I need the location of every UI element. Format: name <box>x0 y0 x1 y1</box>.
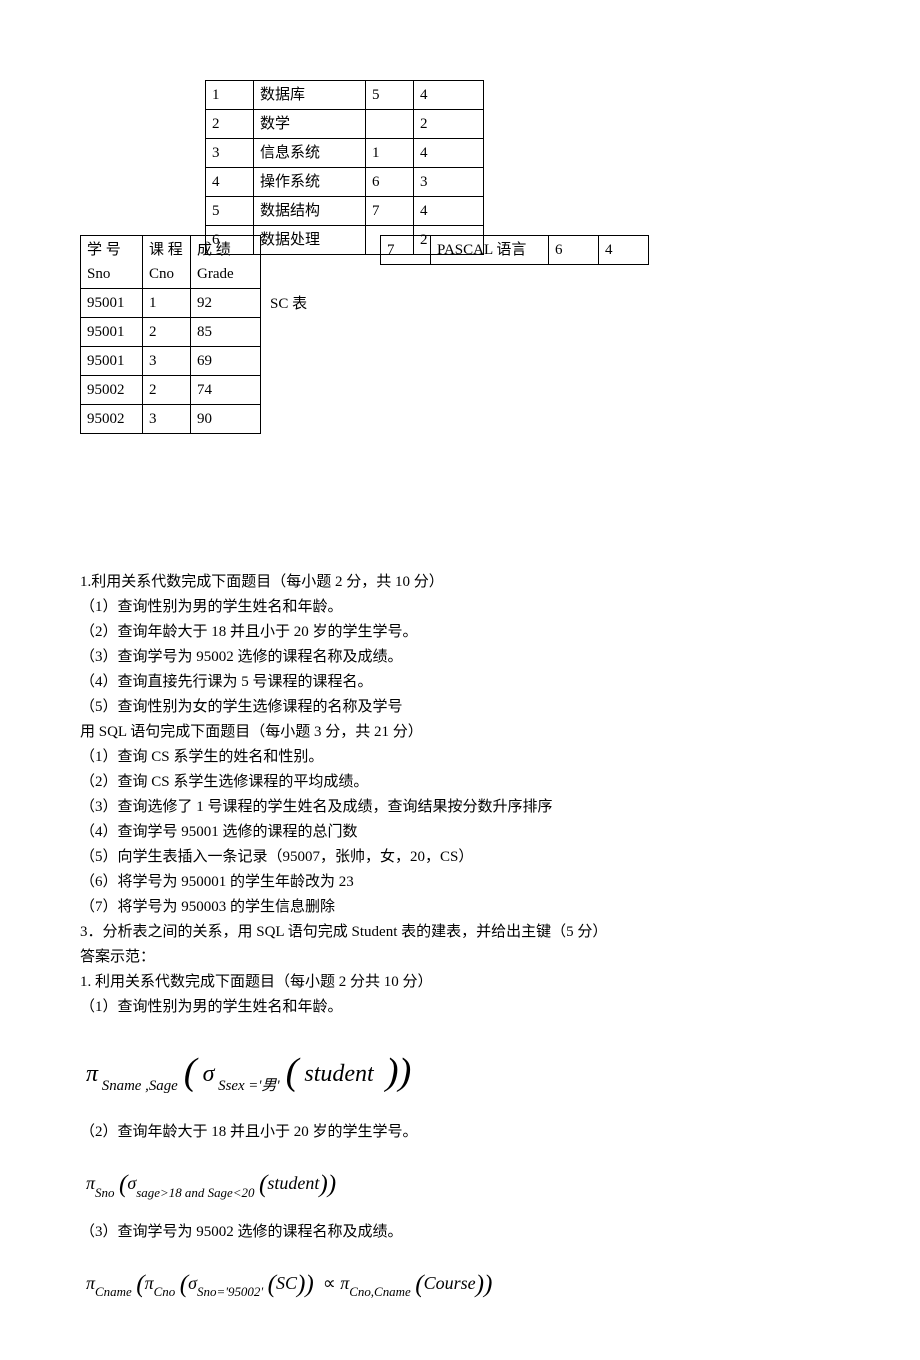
cell: 74 <box>191 376 261 405</box>
formula-2: πSno (σsage>18 and Sage<20 (student)) <box>86 1158 840 1206</box>
formula-sub: Sno='95002' <box>197 1284 263 1299</box>
cell: 1 <box>206 81 254 110</box>
table-row: 95001285 <box>81 318 261 347</box>
q1-item: （4）查询直接先行课为 5 号课程的课程名。 <box>80 670 840 694</box>
q1-item: （5）查询性别为女的学生选修课程的名称及学号 <box>80 695 840 719</box>
cell: 95001 <box>81 289 143 318</box>
table-row: 95001369 <box>81 347 261 376</box>
formula-relation: student <box>304 1061 373 1087</box>
formula-sub: Cno <box>154 1284 176 1299</box>
cell: PASCAL 语言 <box>431 236 549 265</box>
cell: 90 <box>191 405 261 434</box>
cell: 2 <box>143 318 191 347</box>
formula-sub: Cname <box>95 1284 132 1299</box>
tables-area: 1数据库54 2数学2 3信息系统14 4操作系统63 5数据结构74 6数据处… <box>80 80 840 450</box>
cell <box>366 110 414 139</box>
cell: 3 <box>414 168 484 197</box>
cell: 3 <box>143 405 191 434</box>
cell: 4 <box>414 197 484 226</box>
q2-title: 用 SQL 语句完成下面题目（每小题 3 分，共 21 分） <box>80 720 840 744</box>
a1-title: 1. 利用关系代数完成下面题目（每小题 2 分共 10 分） <box>80 970 840 994</box>
formula-relation: student <box>267 1173 319 1193</box>
cell: 6 <box>549 236 599 265</box>
table-row: 3信息系统14 <box>206 139 484 168</box>
q1-item: （1）查询性别为男的学生姓名和年龄。 <box>80 595 840 619</box>
cell: 3 <box>143 347 191 376</box>
cell: 5 <box>366 81 414 110</box>
cell: 4 <box>414 139 484 168</box>
cell: 85 <box>191 318 261 347</box>
cell: 95001 <box>81 347 143 376</box>
table-row: 95002274 <box>81 376 261 405</box>
course-table: 1数据库54 2数学2 3信息系统14 4操作系统63 5数据结构74 6数据处… <box>205 80 484 255</box>
formula-1: π Sname ,Sage ( σ Ssex ='男' ( student )) <box>86 1033 840 1106</box>
sc-table-label: SC 表 <box>270 292 307 316</box>
table-row: 95001192 <box>81 289 261 318</box>
q2-item: （3）查询选修了 1 号课程的学生姓名及成绩，查询结果按分数升序排序 <box>80 795 840 819</box>
cell: 2 <box>414 110 484 139</box>
table-row: 2数学2 <box>206 110 484 139</box>
content-block: 1.利用关系代数完成下面题目（每小题 2 分，共 10 分） （1）查询性别为男… <box>80 570 840 1306</box>
cell: 4 <box>206 168 254 197</box>
cell: 5 <box>206 197 254 226</box>
overflow-row-table: 7PASCAL 语言64 <box>380 235 649 265</box>
cell: 课 程Cno <box>143 236 191 289</box>
formula-relation: Course <box>424 1273 476 1293</box>
a1-item: （2）查询年龄大于 18 并且小于 20 岁的学生学号。 <box>80 1120 840 1144</box>
table-row: 4操作系统63 <box>206 168 484 197</box>
q2-item: （6）将学号为 950001 的学生年龄改为 23 <box>80 870 840 894</box>
q3: 3．分析表之间的关系，用 SQL 语句完成 Student 表的建表，并给出主键… <box>80 920 840 944</box>
cell: 4 <box>414 81 484 110</box>
q2-item: （1）查询 CS 系学生的姓名和性别。 <box>80 745 840 769</box>
table-row: 5数据结构74 <box>206 197 484 226</box>
cell: 95002 <box>81 376 143 405</box>
q2-item: （2）查询 CS 系学生选修课程的平均成绩。 <box>80 770 840 794</box>
cell: 3 <box>206 139 254 168</box>
cell: 95001 <box>81 318 143 347</box>
cell: 数据结构 <box>254 197 366 226</box>
formula-sub: sage>18 and Sage<20 <box>136 1185 254 1200</box>
cell: 学 号Sno <box>81 236 143 289</box>
q1-item: （3）查询学号为 95002 选修的课程名称及成绩。 <box>80 645 840 669</box>
sc-table: 学 号Sno 课 程Cno 成 绩Grade 95001192 95001285… <box>80 235 261 434</box>
table-row: 7PASCAL 语言64 <box>381 236 649 265</box>
formula-sub: Cno,Cname <box>349 1284 411 1299</box>
a1-item: （1）查询性别为男的学生姓名和年龄。 <box>80 995 840 1019</box>
formula-sub: Sno <box>95 1185 114 1200</box>
cell: 92 <box>191 289 261 318</box>
cell: 2 <box>206 110 254 139</box>
cell: 95002 <box>81 405 143 434</box>
q2-item: （7）将学号为 950003 的学生信息删除 <box>80 895 840 919</box>
cell: 成 绩Grade <box>191 236 261 289</box>
formula-3: πCname (πCno (σSno='95002' (SC)) ∝ πCno,… <box>86 1258 840 1306</box>
formula-sub: Sname ,Sage <box>102 1078 178 1094</box>
q1-title: 1.利用关系代数完成下面题目（每小题 2 分，共 10 分） <box>80 570 840 594</box>
cell: 1 <box>366 139 414 168</box>
cell: 数学 <box>254 110 366 139</box>
cell: 6 <box>366 168 414 197</box>
cell: 2 <box>143 376 191 405</box>
cell: 信息系统 <box>254 139 366 168</box>
cell: 4 <box>599 236 649 265</box>
table-row: 95002390 <box>81 405 261 434</box>
q1-item: （2）查询年龄大于 18 并且小于 20 岁的学生学号。 <box>80 620 840 644</box>
formula-sub: Ssex ='男' <box>218 1078 279 1094</box>
answer-header: 答案示范： <box>80 945 840 969</box>
cell: 数据库 <box>254 81 366 110</box>
formula-relation: SC <box>276 1273 297 1293</box>
cell: 69 <box>191 347 261 376</box>
cell: 7 <box>366 197 414 226</box>
a1-item: （3）查询学号为 95002 选修的课程名称及成绩。 <box>80 1220 840 1244</box>
cell: 7 <box>381 236 431 265</box>
cell: 操作系统 <box>254 168 366 197</box>
cell: 1 <box>143 289 191 318</box>
table-header-row: 学 号Sno 课 程Cno 成 绩Grade <box>81 236 261 289</box>
q2-item: （5）向学生表插入一条记录（95007，张帅，女，20，CS） <box>80 845 840 869</box>
table-row: 1数据库54 <box>206 81 484 110</box>
q2-item: （4）查询学号 95001 选修的课程的总门数 <box>80 820 840 844</box>
cell: 数据处理 <box>254 226 366 255</box>
